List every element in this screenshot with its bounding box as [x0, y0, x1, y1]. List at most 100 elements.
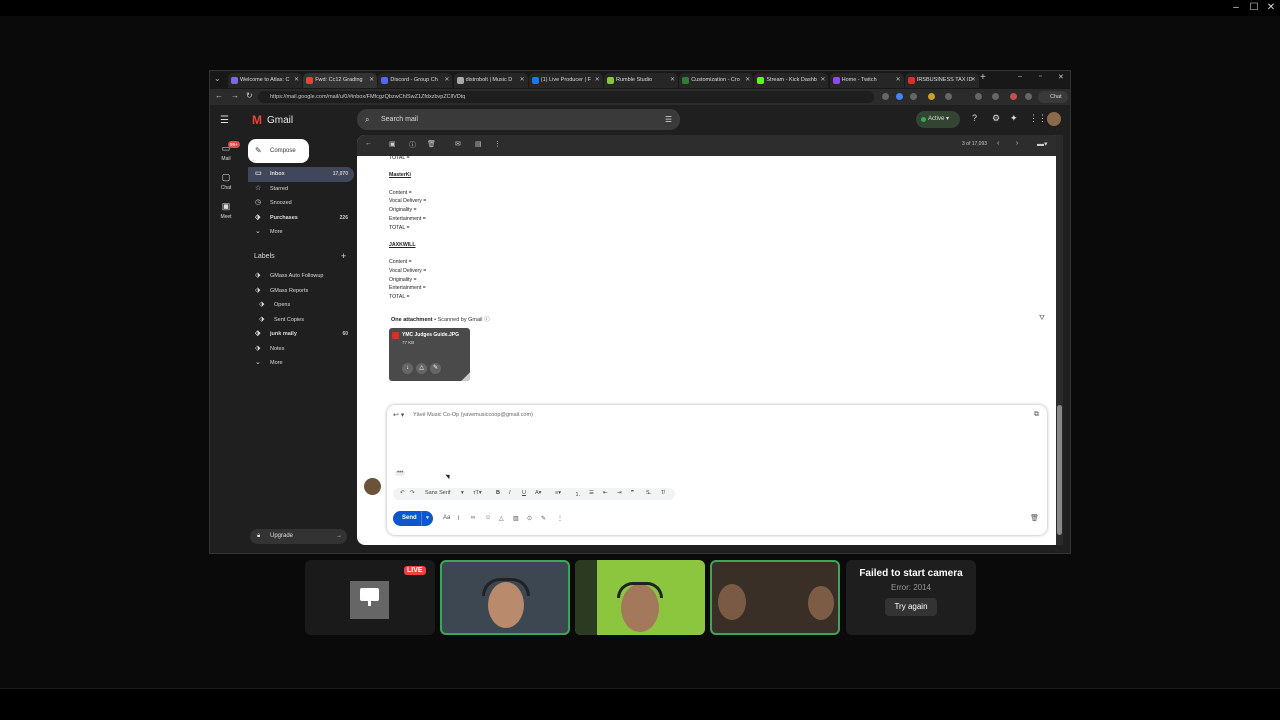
apps-grid-icon[interactable]: ⋮⋮	[1029, 113, 1047, 124]
italic-icon[interactable]: I	[509, 490, 511, 496]
nav-item-more[interactable]: ⌄ More	[248, 225, 354, 240]
close-tab-icon[interactable]: ✕	[595, 73, 600, 88]
mark-unread-icon[interactable]: ✉	[455, 140, 461, 148]
participant-video-tile[interactable]	[710, 560, 840, 635]
font-dropdown-icon[interactable]: ▾	[461, 490, 464, 496]
gemini-icon[interactable]: ✦	[1010, 113, 1018, 124]
browser-tab[interactable]: Fwd: Cc12 Grading ✕	[303, 73, 378, 88]
archive-icon[interactable]: ▣	[389, 140, 396, 148]
nav-item-starred[interactable]: ☆ Starred	[248, 182, 354, 197]
font-select[interactable]: Sans Serif	[425, 490, 450, 496]
extension-icon[interactable]	[945, 93, 952, 100]
try-again-button[interactable]: Try again	[885, 598, 937, 616]
bold-icon[interactable]: B	[496, 490, 500, 496]
attach-file-icon[interactable]: ⌇	[457, 515, 460, 522]
browser-tab[interactable]: Stream - Kick Dashb ✕	[754, 73, 829, 88]
close-tab-icon[interactable]: ✕	[670, 73, 675, 88]
reply-recipient[interactable]: Yāvé Music Co-Op (yavemusiccoop@gmail.co…	[413, 412, 533, 418]
delete-icon[interactable]: 🗑︎	[427, 140, 436, 148]
close-tab-icon[interactable]: ✕	[294, 73, 299, 88]
scrollbar-thumb[interactable]	[1057, 405, 1062, 535]
maximize-icon[interactable]: ☐	[1248, 2, 1260, 13]
nav-item-inbox[interactable]: ▭ Inbox 17,070	[248, 167, 354, 182]
info-icon[interactable]: ⓘ	[484, 317, 490, 323]
browser-tab[interactable]: Rumble Studio ✕	[604, 73, 678, 88]
browser-tab[interactable]: IRSBUSINESS TAX ID ✕	[904, 73, 979, 88]
signature-icon[interactable]: ✎	[541, 515, 546, 522]
add-to-drive-icon[interactable]: ⛛	[1039, 315, 1045, 323]
compose-button[interactable]: ✎ Compose	[248, 139, 309, 163]
input-tools-icon[interactable]: ▬▾	[1037, 140, 1048, 148]
close-tab-icon[interactable]: ✕	[520, 73, 525, 88]
url-field[interactable]: https://mail.google.com/mail/u/0/#inbox/…	[258, 91, 874, 103]
discard-draft-icon[interactable]: 🗑︎	[1030, 514, 1039, 522]
label-item[interactable]: ⬗ Opens	[248, 298, 354, 313]
browser-close-icon[interactable]: ✕	[1058, 73, 1064, 81]
confidential-mode-icon[interactable]: ⊙	[527, 515, 532, 522]
browser-tab[interactable]: Customization - Cro ✕	[679, 73, 754, 88]
close-tab-icon[interactable]: ✕	[820, 73, 825, 88]
nav-item-snoozed[interactable]: ◷ Snoozed	[248, 196, 354, 211]
close-tab-icon[interactable]: ✕	[745, 73, 750, 88]
bulleted-list-icon[interactable]: ☰	[589, 490, 594, 496]
text-color-icon[interactable]: A▾	[535, 490, 541, 496]
tab-search-icon[interactable]: ⌄	[214, 74, 221, 83]
insert-link-icon[interactable]: ∞	[471, 515, 475, 521]
profile-icon[interactable]	[1010, 93, 1017, 100]
scrollbar[interactable]	[1056, 135, 1063, 545]
extension-icon[interactable]	[910, 93, 917, 100]
underline-icon[interactable]: U	[522, 490, 526, 496]
rail-item-chat[interactable]: ▢ Chat	[210, 172, 242, 191]
rail-item-mail[interactable]: ▭ Mail 99+	[210, 141, 242, 162]
reply-type-icon[interactable]: ↩ ▾	[393, 411, 404, 419]
align-icon[interactable]: ≡▾	[555, 490, 561, 496]
indent-less-icon[interactable]: ⇤	[603, 490, 608, 496]
participant-video-tile[interactable]	[575, 560, 705, 635]
send-button[interactable]: Send ▾	[393, 511, 433, 526]
extension-icon[interactable]	[896, 93, 903, 100]
forward-icon[interactable]: →	[231, 91, 239, 100]
account-avatar[interactable]	[1047, 112, 1061, 126]
more-options-icon[interactable]: ⋮	[494, 140, 501, 148]
browser-tab[interactable]: Home - Twitch ✕	[829, 73, 904, 88]
edit-photo-icon[interactable]: ✎	[430, 363, 441, 374]
report-spam-icon[interactable]: ⓘ	[409, 140, 416, 150]
close-tab-icon[interactable]: ✕	[971, 73, 976, 88]
minimize-icon[interactable]: –	[1230, 2, 1242, 13]
browser-tab[interactable]: Discord - Group Ch ✕	[378, 73, 453, 88]
show-trimmed-content-button[interactable]: •••	[395, 470, 406, 476]
menu-icon[interactable]	[1025, 93, 1032, 100]
rail-item-meet[interactable]: ▣ Meet	[210, 201, 242, 220]
browser-minimize-icon[interactable]: –	[1018, 73, 1022, 80]
main-menu-icon[interactable]: ☰	[220, 115, 229, 126]
more-options-icon[interactable]: ⋮	[557, 515, 563, 522]
close-tab-icon[interactable]: ✕	[444, 73, 449, 88]
extension-icon[interactable]	[992, 93, 999, 100]
formatting-options-icon[interactable]: Aa	[443, 515, 450, 521]
browser-tab[interactable]: distrobolt | Music D ✕	[453, 73, 528, 88]
indent-more-icon[interactable]: ⇥	[617, 490, 622, 496]
insert-photo-icon[interactable]: ▨	[513, 515, 519, 522]
search-options-icon[interactable]: ☰	[665, 109, 672, 130]
label-item[interactable]: ⌄ More	[248, 356, 354, 371]
back-icon[interactable]: ←	[215, 91, 223, 100]
new-tab-button[interactable]: +	[980, 72, 986, 83]
close-tab-icon[interactable]: ✕	[896, 73, 901, 88]
participant-video-tile[interactable]	[440, 560, 570, 635]
nav-item-purchases[interactable]: ⬗ Purchases 226	[248, 211, 354, 226]
extension-icon[interactable]	[975, 93, 982, 100]
attachment-card[interactable]: YMC Judges Guide.JPG 77 KB ↓ △ ✎	[389, 328, 470, 381]
pop-out-icon[interactable]: ⧉	[1034, 411, 1039, 419]
browser-restore-icon[interactable]: ▫	[1039, 73, 1041, 80]
search-input[interactable]: Search mail	[381, 116, 418, 123]
add-label-icon[interactable]: +	[341, 251, 346, 261]
reply-box[interactable]: ↩ ▾ Yāvé Music Co-Op (yavemusiccoop@gmai…	[387, 405, 1047, 535]
save-to-drive-icon[interactable]: △	[416, 363, 427, 374]
text-size-icon[interactable]: ᴛT▾	[473, 490, 482, 496]
browser-tab[interactable]: Welcome to Atlas: C ✕	[228, 73, 302, 88]
older-icon[interactable]: ›	[1016, 140, 1018, 147]
gear-icon[interactable]: ⚙	[992, 113, 1000, 124]
upgrade-button[interactable]: 🔒︎ Upgrade →	[250, 529, 347, 544]
label-item[interactable]: ⬗ junk maily 60	[248, 327, 354, 342]
extension-icon[interactable]	[928, 93, 935, 100]
